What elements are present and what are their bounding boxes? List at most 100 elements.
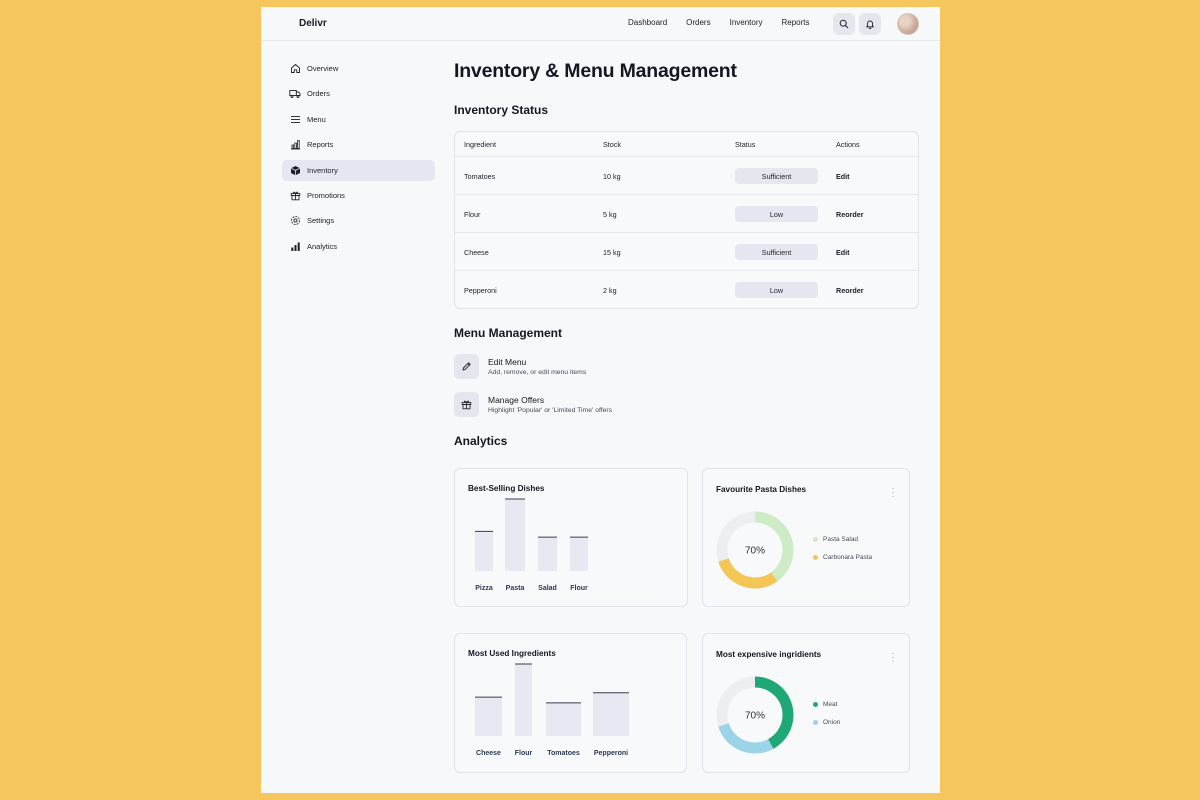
most-used-bar-chart: Cheese Flour Tomatoes Pepperoni [475,663,629,757]
ingredient-name: Flour [464,210,481,219]
gear-icon [289,215,301,227]
inventory-table: Ingredient Stock Status Actions Tomatoes… [454,131,919,309]
stock-value: 2 kg [603,286,617,295]
sidebar-item-reports[interactable]: Reports [282,134,435,155]
sidebar-item-overview[interactable]: Overview [282,58,435,79]
legend-item: Onion [813,719,840,726]
legend-swatch [813,537,818,542]
analytics-heading: Analytics [454,434,508,448]
column-header-ingredient: Ingredient [464,140,496,149]
donut-center-label: 70% [745,711,765,722]
avatar[interactable] [897,13,919,35]
nav-inventory[interactable]: Inventory [730,18,763,27]
sidebar-item-label: Inventory [307,165,338,175]
edit-button[interactable]: Edit [836,172,850,181]
edit-button[interactable]: Edit [836,248,850,257]
bar-flour [515,664,532,736]
status-badge: Low [735,206,818,222]
ingredient-name: Pepperoni [464,286,497,295]
top-nav-links: Dashboard Orders Inventory Reports [628,18,829,27]
reorder-button[interactable]: Reorder [836,286,864,295]
bar-tomatoes [546,702,581,736]
top-navigation: Delivr Dashboard Orders Inventory Report… [261,7,940,41]
edit-menu-subtitle: Add, remove, or edit menu items [488,368,587,376]
notifications-button[interactable] [859,13,881,35]
bar-flour [570,537,588,571]
table-row: Pepperoni 2 kg Low Reorder [455,271,918,309]
sidebar-item-promotions[interactable]: Promotions [282,185,435,206]
sidebar-item-analytics[interactable]: Analytics [282,236,435,257]
favourite-pasta-donut-chart: 70% [716,511,794,589]
manage-offers-title: Manage Offers [488,394,545,405]
search-icon [839,19,849,29]
stock-value: 5 kg [603,210,617,219]
nav-orders[interactable]: Orders [686,18,710,27]
manage-offers-button[interactable]: Manage Offers Highlight 'Popular' or 'Li… [454,391,612,417]
nav-dashboard[interactable]: Dashboard [628,18,667,27]
legend-item: Pasta Salad [813,536,858,543]
truck-icon [289,88,301,100]
sidebar-item-label: Orders [307,89,330,99]
most-expensive-donut-chart: 70% [716,676,794,754]
reorder-button[interactable]: Reorder [836,210,864,219]
sidebar-item-orders[interactable]: Orders [282,83,435,104]
nav-reports[interactable]: Reports [782,18,810,27]
bar-label: Flour [515,750,533,757]
legend-label: Pasta Salad [823,536,859,543]
app-window: Delivr Dashboard Orders Inventory Report… [261,7,940,793]
sidebar-item-label: Analytics [307,241,338,251]
column-header-actions: Actions [836,140,860,149]
sidebar-item-settings[interactable]: Settings [282,210,435,231]
bar-pizza [475,531,493,571]
ingredient-name: Tomatoes [464,172,496,181]
table-row: Flour 5 kg Low Reorder [455,195,918,233]
favourite-pasta-card: Favourite Pasta Dishes · · · 70% Pasta Sal… [702,468,910,607]
search-button[interactable] [833,13,855,35]
menu-management-heading: Menu Management [454,326,563,340]
stock-value: 10 kg [603,172,621,181]
sidebar-item-label: Settings [307,216,335,226]
bar-cheese [475,697,502,736]
sidebar-item-menu[interactable]: Menu [282,109,435,130]
legend-swatch [813,702,818,707]
status-badge: Low [735,282,818,298]
bar-label: Cheese [476,750,501,757]
bar-label: Salad [538,585,557,592]
status-badge: Sufficient [735,244,818,260]
legend-item: Meat [813,701,837,708]
column-header-status: Status [735,140,756,149]
page-title: Inventory & Menu Management [454,60,737,82]
box-icon [289,164,301,176]
ingredient-name: Cheese [464,248,489,257]
legend-label: Onion [823,719,841,726]
best-selling-dishes-card: Best-Selling Dishes Pizza Pasta Salad Flour [454,468,688,607]
bar-pasta [505,499,525,571]
manage-offers-subtitle: Highlight 'Popular' or 'Limited Time' of… [488,406,613,414]
sidebar-item-label: Promotions [307,190,345,200]
bar-pepperoni [593,692,629,736]
most-used-ingredients-card: Most Used Ingredients Cheese Flour Tomatoe… [454,633,687,773]
bar-label: Flour [570,585,588,592]
logo[interactable]: Delivr [299,18,327,29]
edit-menu-button[interactable]: Edit Menu Add, remove, or edit menu item… [454,353,586,379]
bar-label: Pasta [506,585,525,592]
sidebar-item-label: Reports [307,140,334,150]
legend-label: Meat [823,701,838,708]
sidebar: Overview Orders Menu Reports Inventory P… [282,58,435,261]
bell-icon [865,20,875,29]
legend-swatch [813,555,818,560]
most-expensive-card: Most expensive ingridients · · · 70% Meat … [702,633,910,773]
status-badge: Sufficient [735,168,818,184]
home-icon [289,63,301,75]
pencil-icon [454,353,479,379]
donut-center-label: 70% [745,546,765,557]
inventory-status-heading: Inventory Status [454,103,549,117]
gift-icon [289,189,301,201]
legend-label: Carbonara Pasta [823,554,873,561]
bar-label: Pizza [475,585,493,592]
table-header: Ingredient Stock Status Actions [455,132,918,157]
bar-salad [538,537,557,571]
sidebar-item-inventory[interactable]: Inventory [282,159,435,181]
sidebar-item-label: Overview [307,64,339,73]
gift-icon [454,391,479,417]
